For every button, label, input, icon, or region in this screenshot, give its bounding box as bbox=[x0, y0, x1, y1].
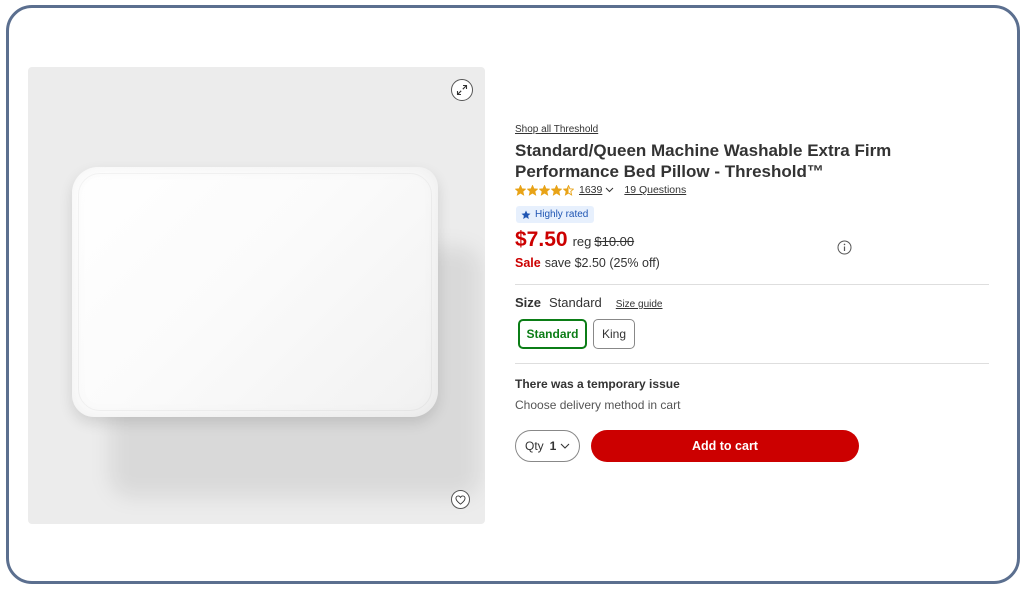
product-image-pillow bbox=[72, 167, 438, 417]
regular-price: $10.00 bbox=[594, 234, 635, 249]
size-option-standard[interactable]: Standard bbox=[518, 319, 587, 349]
delivery-issue-title: There was a temporary issue bbox=[515, 377, 680, 391]
expand-image-button[interactable] bbox=[451, 79, 473, 101]
chevron-down-icon[interactable] bbox=[605, 187, 614, 193]
rating-row: 1639 19 Questions bbox=[515, 184, 686, 196]
star-icon bbox=[563, 184, 574, 196]
star-icon bbox=[521, 210, 531, 219]
current-price: $7.50 bbox=[515, 228, 568, 251]
sale-row: Sale save $2.50 (25% off) bbox=[515, 256, 660, 270]
info-icon[interactable] bbox=[837, 240, 852, 255]
star-icon bbox=[539, 184, 550, 196]
pillow-seam bbox=[78, 173, 432, 411]
favorite-button[interactable] bbox=[451, 490, 470, 509]
product-title: Standard/Queen Machine Washable Extra Fi… bbox=[515, 141, 892, 181]
chevron-down-icon bbox=[560, 443, 570, 449]
size-label: Size bbox=[515, 295, 542, 310]
size-selected-value: Standard bbox=[549, 295, 602, 310]
rating-count-link[interactable]: 1639 bbox=[579, 184, 602, 196]
size-guide-link[interactable]: Size guide bbox=[616, 299, 663, 310]
quantity-select[interactable]: Qty 1 bbox=[515, 430, 580, 462]
highly-rated-badge: Highly rated bbox=[516, 206, 595, 223]
add-to-cart-button[interactable]: Add to cart bbox=[591, 430, 859, 462]
reg-label: reg bbox=[572, 234, 592, 249]
star-icon bbox=[527, 184, 538, 196]
divider bbox=[515, 284, 989, 285]
heart-icon bbox=[455, 494, 466, 505]
qty-value: 1 bbox=[549, 439, 557, 453]
star-icon bbox=[551, 184, 562, 196]
star-rating[interactable] bbox=[515, 184, 574, 196]
delivery-issue-subtitle: Choose delivery method in cart bbox=[515, 398, 681, 412]
shop-all-link[interactable]: Shop all Threshold bbox=[515, 124, 598, 135]
size-row: Size Standard Size guide bbox=[515, 295, 662, 310]
questions-link[interactable]: 19 Questions bbox=[624, 184, 686, 196]
savings-text: save $2.50 (25% off) bbox=[544, 256, 660, 270]
expand-icon bbox=[456, 84, 468, 96]
size-option-king[interactable]: King bbox=[593, 319, 635, 349]
sale-label: Sale bbox=[515, 256, 541, 270]
price-row: $7.50 reg $10.00 bbox=[515, 228, 634, 252]
qty-label: Qty bbox=[525, 439, 544, 453]
product-image-panel[interactable] bbox=[28, 67, 485, 524]
star-icon bbox=[515, 184, 526, 196]
badge-label: Highly rated bbox=[535, 209, 589, 220]
divider bbox=[515, 363, 989, 364]
